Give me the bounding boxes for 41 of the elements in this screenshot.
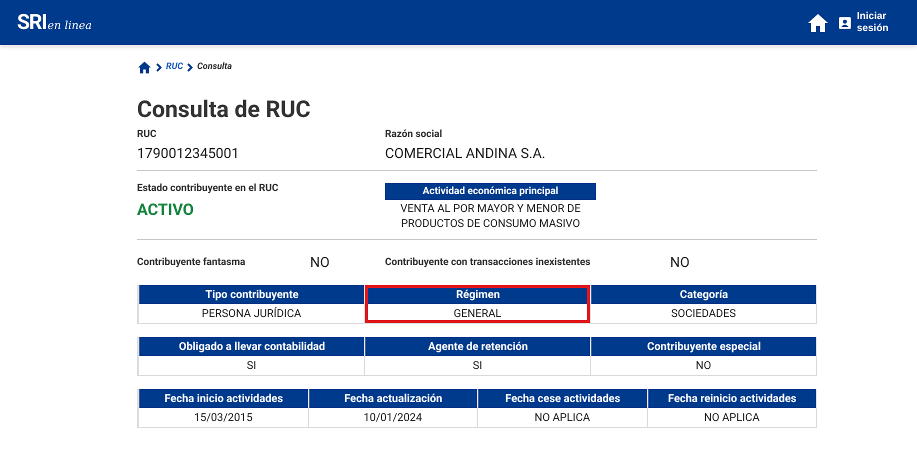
table-cell-text: NO APLICA bbox=[702, 410, 760, 426]
field-value: NO bbox=[310, 255, 331, 271]
table-cell-text: SI bbox=[246, 358, 258, 374]
section-header: Actividad económica principal bbox=[385, 183, 596, 200]
column-header: Fecha actualización bbox=[308, 389, 477, 408]
status-value: ACTIVO bbox=[137, 200, 195, 219]
field-value: VENTA AL POR MAYOR Y MENOR DE PRODUCTOS DE CONSUMO MASIVO bbox=[399, 201, 582, 231]
page-title: Consulta de RUC bbox=[137, 95, 312, 125]
field-label: Contribuyente con transacciones inexistentes bbox=[385, 256, 592, 268]
login-button[interactable]: Iniciar sesión bbox=[839, 10, 899, 34]
home-icon[interactable] bbox=[807, 12, 829, 32]
table-cell-text: GENERAL bbox=[452, 306, 502, 322]
column-header: Fecha inicio actividades bbox=[139, 389, 308, 408]
column-header: Categoría bbox=[591, 285, 816, 304]
chevron-icon bbox=[156, 62, 162, 72]
logo: SRI bbox=[17, 10, 47, 34]
field-label: RUC bbox=[137, 129, 158, 140]
table-cell-text: PERSONA JURÍDICA bbox=[200, 306, 302, 322]
table-cell-text: 15/03/2015 bbox=[192, 410, 254, 426]
table-cell-text: NO bbox=[694, 358, 712, 374]
table-cell-text: SOCIEDADES bbox=[670, 306, 737, 322]
breadcrumb-current: Consulta bbox=[197, 62, 232, 72]
field-label: Estado contribuyente en el RUC bbox=[137, 183, 280, 194]
column-header: Contribuyente especial bbox=[591, 337, 816, 356]
column-header: Tipo contribuyente bbox=[139, 285, 364, 304]
logo-tagline: en linea bbox=[48, 18, 92, 32]
field-value: COMERCIAL ANDINA S.A. bbox=[385, 146, 546, 162]
field-label: Contribuyente fantasma bbox=[137, 256, 246, 268]
field-value: NO bbox=[670, 255, 691, 271]
table-cell-text: SI bbox=[472, 358, 484, 374]
table-cell-text: NO APLICA bbox=[533, 410, 591, 426]
field-value: 1790012345001 bbox=[137, 146, 240, 162]
column-header: Fecha cese actividades bbox=[478, 389, 646, 408]
column-header: Fecha reinicio actividades bbox=[648, 389, 816, 408]
field-label: Razón social bbox=[385, 129, 444, 140]
table-cell-text: 10/01/2024 bbox=[362, 410, 424, 426]
home-icon[interactable] bbox=[137, 60, 152, 74]
chevron-icon bbox=[187, 62, 194, 72]
breadcrumb-link[interactable]: RUC bbox=[166, 62, 184, 72]
column-header: Agente de retención bbox=[365, 337, 590, 356]
column-header: Obligado a llevar contabilidad bbox=[139, 337, 364, 356]
